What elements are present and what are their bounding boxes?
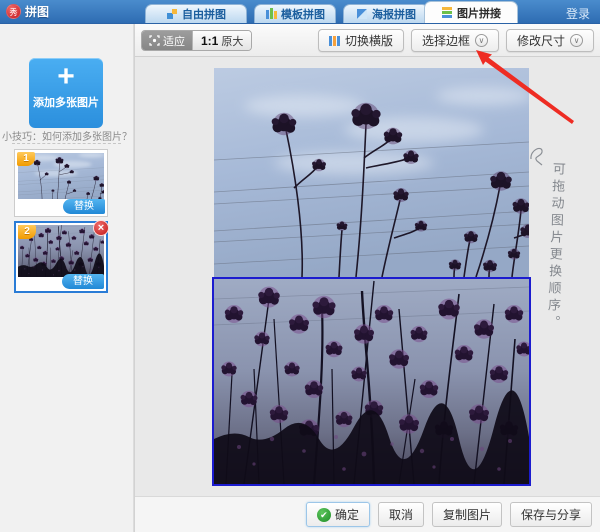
- template-collage-icon: [266, 8, 277, 19]
- cancel-label: 取消: [388, 508, 413, 522]
- order-badge: 2: [18, 225, 36, 239]
- toolbar-right-group: 切换横版 选择边框 ∨ 修改尺寸 ∨: [317, 29, 594, 52]
- replace-button[interactable]: 替换: [63, 199, 105, 214]
- copy-image-label: 复制图片: [442, 508, 491, 522]
- select-border-button[interactable]: 选择边框 ∨: [410, 29, 499, 52]
- original-label: 原大: [221, 35, 244, 48]
- canvas-photo-1[interactable]: [214, 68, 529, 277]
- canvas-photo-2-selected[interactable]: [212, 277, 531, 486]
- chevron-down-icon: ∨: [474, 34, 488, 47]
- poster-collage-icon: [357, 9, 367, 19]
- image-stitch-icon: [442, 7, 452, 18]
- thumbnail-card-2[interactable]: 2 × 替换: [14, 220, 109, 293]
- copy-image-button[interactable]: 复制图片: [431, 502, 502, 527]
- stitch-canvas: [135, 57, 600, 496]
- free-collage-icon: [167, 9, 177, 19]
- save-share-label: 保存与分享: [520, 508, 581, 522]
- app-logo: 秀 拼图: [6, 3, 49, 20]
- tab-free-collage[interactable]: 自由拼图: [145, 4, 247, 23]
- order-badge: 1: [17, 152, 35, 166]
- fit-view-button[interactable]: 适应: [142, 31, 192, 50]
- tab-label: 自由拼图: [182, 9, 226, 21]
- toolbar: 适应 1:1 原大 切换横版 选择边框 ∨ 修改尺寸 ∨: [135, 24, 600, 57]
- sidebar: + 添加多张图片 小技巧：如何添加多张图片？ 1 替换 2 × 替换: [0, 24, 134, 532]
- main-panel: 适应 1:1 原大 切换横版 选择边框 ∨ 修改尺寸 ∨ ✔ 确定 取消 复制图…: [134, 24, 600, 532]
- tip-help-link[interactable]: 小技巧：如何添加多张图片？: [0, 128, 134, 143]
- tab-image-stitch[interactable]: 图片拼接: [424, 1, 518, 23]
- original-size-button[interactable]: 1:1 原大: [192, 31, 252, 50]
- confirm-button[interactable]: ✔ 确定: [305, 502, 370, 527]
- header-bar: 秀 拼图 自由拼图 模板拼图 海报拼图 图片拼接 登录: [0, 0, 600, 24]
- login-link[interactable]: 登录: [566, 5, 590, 22]
- zoom-ratio: 1:1: [201, 33, 219, 48]
- save-share-button[interactable]: 保存与分享: [509, 502, 592, 527]
- footer-bar: ✔ 确定 取消 复制图片 保存与分享: [135, 496, 600, 532]
- fit-icon: [149, 35, 160, 46]
- plus-icon: +: [57, 60, 75, 93]
- chevron-down-icon: ∨: [570, 34, 583, 47]
- replace-button[interactable]: 替换: [62, 274, 104, 289]
- cancel-button[interactable]: 取消: [377, 502, 424, 527]
- switch-layout-label: 切换横版: [344, 34, 393, 48]
- resize-label: 修改尺寸: [516, 34, 565, 48]
- thumbnail-card-1[interactable]: 1 替换: [14, 149, 108, 217]
- squiggle-mark-icon: [530, 147, 543, 166]
- add-images-label: 添加多张图片: [33, 97, 99, 109]
- zoom-segmented-control: 适应 1:1 原大: [141, 30, 253, 51]
- remove-image-icon[interactable]: ×: [93, 220, 109, 236]
- tab-template-collage[interactable]: 模板拼图: [254, 4, 336, 23]
- fit-label: 适应: [163, 35, 185, 48]
- tab-label: 图片拼接: [457, 7, 501, 20]
- meitu-logo-icon: 秀: [6, 4, 21, 19]
- resize-button[interactable]: 修改尺寸 ∨: [505, 29, 594, 52]
- layout-bars-icon: [328, 35, 340, 46]
- confirm-label: 确定: [334, 508, 359, 522]
- tab-label: 海报拼图: [372, 9, 416, 21]
- check-icon: ✔: [316, 507, 331, 522]
- switch-layout-button[interactable]: 切换横版: [317, 29, 404, 52]
- divider: [12, 143, 121, 144]
- app-title: 拼图: [25, 5, 50, 19]
- tab-poster-collage[interactable]: 海报拼图: [343, 4, 429, 23]
- select-border-label: 选择边框: [421, 34, 470, 48]
- add-images-button[interactable]: + 添加多张图片: [29, 58, 103, 128]
- tab-label: 模板拼图: [281, 9, 325, 21]
